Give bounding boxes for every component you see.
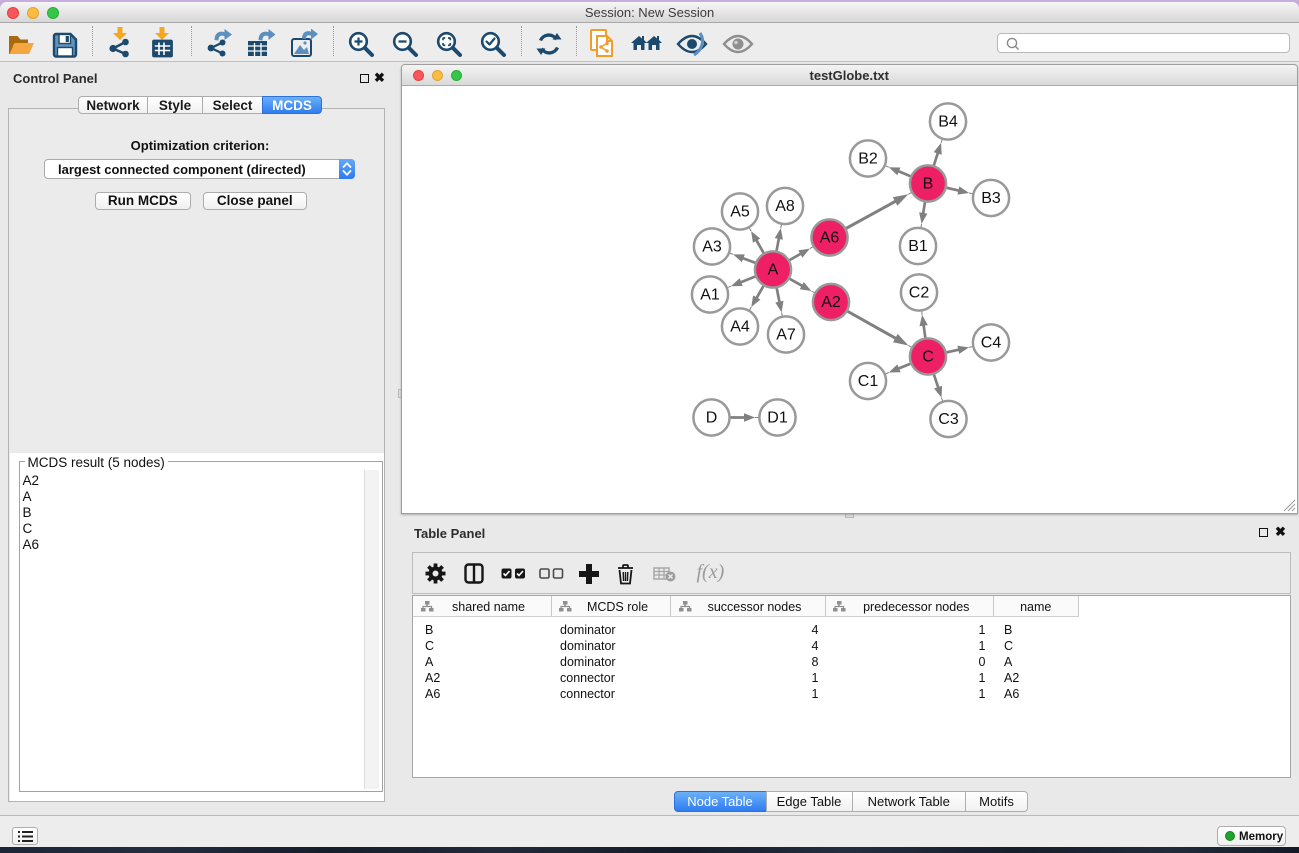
svg-text:A3: A3 — [702, 238, 722, 255]
svg-text:A8: A8 — [775, 198, 795, 215]
svg-text:A4: A4 — [730, 318, 750, 335]
svg-text:B: B — [923, 175, 934, 192]
svg-text:C1: C1 — [858, 373, 879, 390]
svg-text:C3: C3 — [938, 411, 959, 428]
svg-text:C4: C4 — [981, 334, 1002, 351]
svg-text:C: C — [922, 348, 934, 365]
svg-text:A: A — [768, 261, 779, 278]
svg-text:B3: B3 — [981, 190, 1001, 207]
svg-text:B2: B2 — [858, 150, 878, 167]
svg-text:A1: A1 — [700, 286, 720, 303]
svg-text:A7: A7 — [776, 326, 796, 343]
svg-text:A5: A5 — [730, 203, 750, 220]
svg-text:A6: A6 — [820, 229, 840, 246]
svg-text:B4: B4 — [938, 113, 958, 130]
svg-text:D1: D1 — [767, 409, 788, 426]
svg-text:B1: B1 — [908, 238, 928, 255]
svg-text:D: D — [706, 409, 718, 426]
svg-text:A2: A2 — [821, 294, 841, 311]
svg-text:C2: C2 — [909, 284, 930, 301]
